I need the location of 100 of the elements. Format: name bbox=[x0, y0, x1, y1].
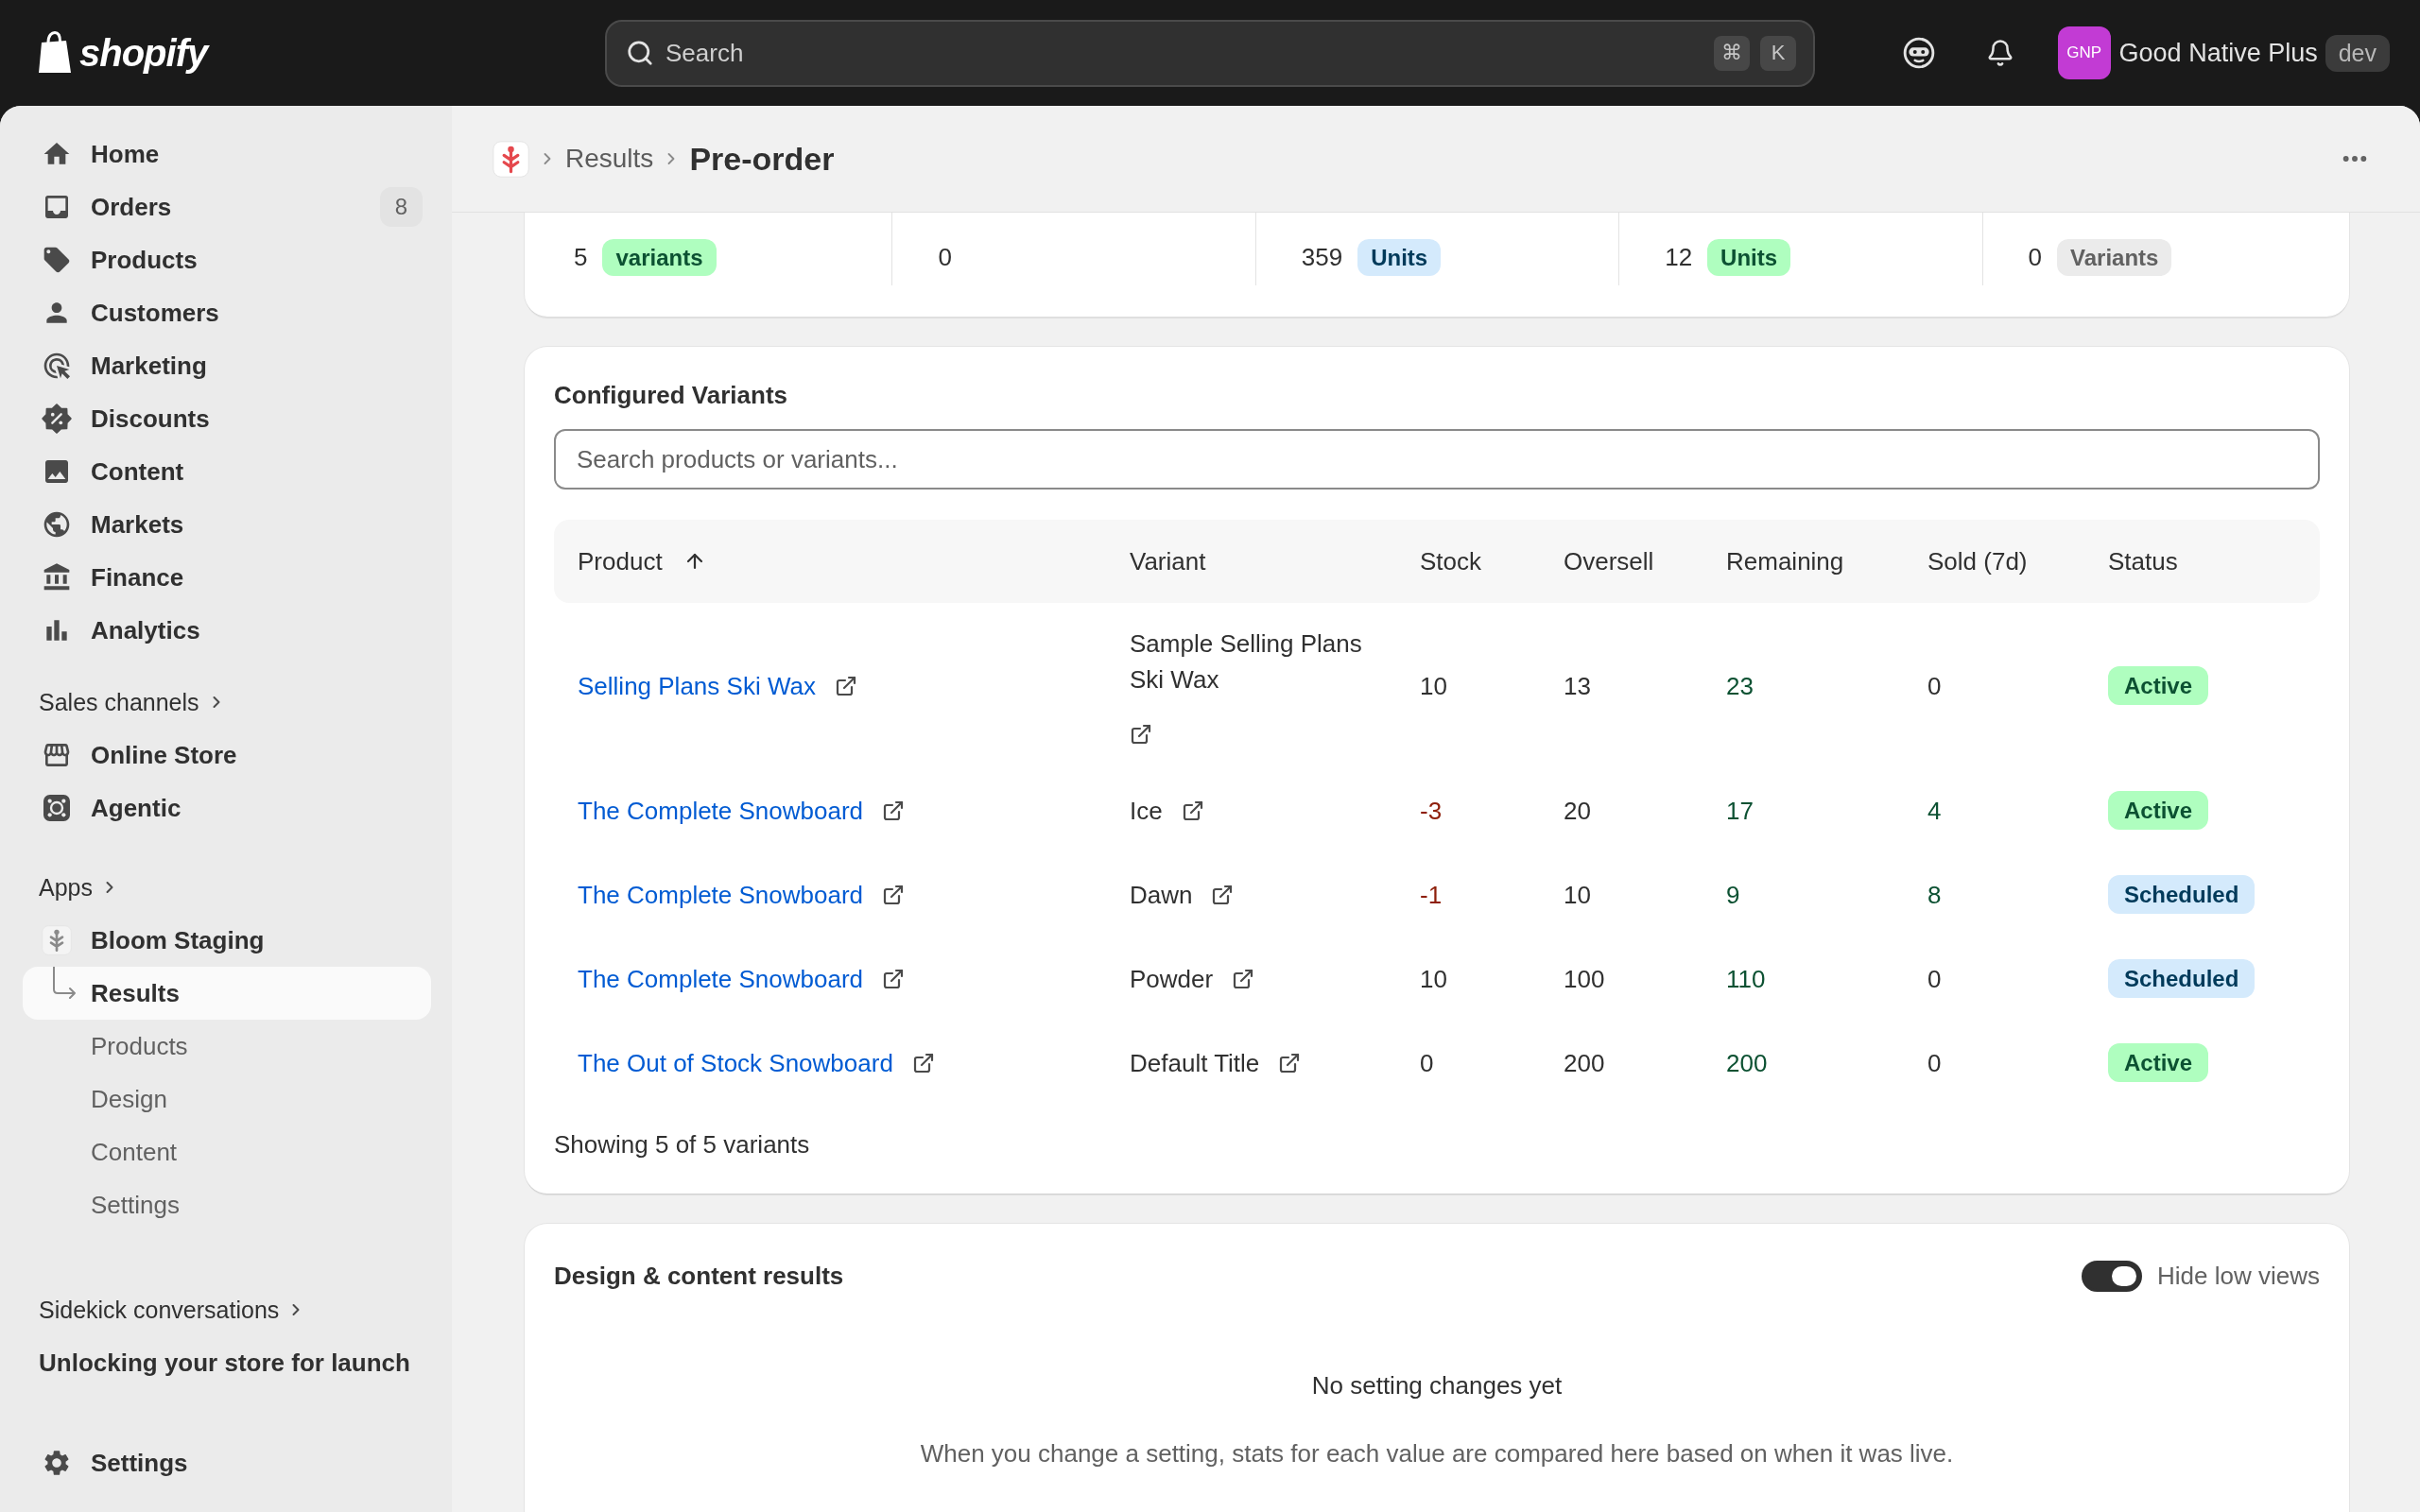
oversell-value: 20 bbox=[1564, 795, 1591, 827]
nav-item[interactable]: Products bbox=[23, 233, 431, 286]
stat-value: 359 bbox=[1301, 243, 1343, 272]
stat-value: 5 bbox=[574, 243, 588, 272]
nav-item[interactable]: Online Store bbox=[23, 729, 431, 782]
section-link[interactable]: Apps bbox=[23, 868, 119, 906]
product-link[interactable]: The Complete Snowboard bbox=[578, 960, 864, 997]
column-header[interactable]: Product bbox=[578, 546, 706, 576]
bank-icon bbox=[42, 562, 72, 593]
external-link-icon[interactable] bbox=[882, 799, 906, 822]
nav-item[interactable]: Design bbox=[23, 1073, 431, 1125]
nav-item[interactable]: Settings bbox=[23, 1178, 431, 1231]
stock-value: 10 bbox=[1420, 670, 1447, 702]
oversell-value: 100 bbox=[1564, 963, 1605, 995]
column-header: Oversell bbox=[1564, 546, 1654, 576]
remaining-value: 17 bbox=[1726, 795, 1754, 827]
toggle-label: Hide low views bbox=[2157, 1261, 2320, 1291]
unit-badge: variants bbox=[602, 239, 717, 276]
nav-item[interactable]: Results bbox=[23, 967, 431, 1020]
stock-value: -3 bbox=[1420, 795, 1443, 827]
logo-text: shopify bbox=[79, 31, 208, 75]
sold-value: 0 bbox=[1927, 963, 1942, 995]
nav-item[interactable]: Discounts bbox=[23, 392, 431, 445]
product-link[interactable]: The Out of Stock Snowboard bbox=[578, 1044, 893, 1081]
status-badge: Scheduled bbox=[2108, 875, 2256, 914]
nav-item[interactable]: Settings bbox=[23, 1436, 431, 1489]
plant-logo-icon[interactable] bbox=[493, 140, 529, 178]
visor-face-icon[interactable] bbox=[1902, 37, 1935, 69]
unit-badge: Units bbox=[1357, 239, 1442, 276]
external-link-icon[interactable] bbox=[1130, 723, 1152, 746]
environment-badge: dev bbox=[2325, 34, 2390, 72]
stat-value: 12 bbox=[1665, 243, 1693, 272]
remaining-value: 23 bbox=[1726, 670, 1754, 702]
nav-item[interactable]: Content bbox=[23, 1125, 431, 1178]
external-link-icon[interactable] bbox=[834, 674, 857, 697]
variant-name: Powder bbox=[1130, 963, 1214, 995]
target-cursor-icon bbox=[42, 351, 72, 381]
nav-item[interactable]: Orders 8 bbox=[23, 180, 431, 233]
nav-item[interactable]: Analytics bbox=[23, 604, 431, 657]
column-header: Variant bbox=[1130, 546, 1206, 576]
column-header: Status bbox=[2108, 546, 2178, 576]
status-badge: Active bbox=[2108, 666, 2209, 705]
status-badge: Active bbox=[2108, 791, 2209, 830]
nav-item[interactable]: Finance bbox=[23, 551, 431, 604]
stock-value: 0 bbox=[1420, 1047, 1434, 1079]
oversell-value: 200 bbox=[1564, 1047, 1605, 1079]
stock-value: -1 bbox=[1420, 879, 1443, 911]
remaining-value: 200 bbox=[1726, 1047, 1768, 1079]
variant-name: Ice bbox=[1130, 795, 1163, 827]
sold-value: 0 bbox=[1927, 1047, 1942, 1079]
variant-name: Default Title bbox=[1130, 1047, 1260, 1079]
oversell-value: 10 bbox=[1564, 879, 1591, 911]
section-link[interactable]: Sidekick conversations bbox=[23, 1291, 306, 1329]
results-count: Showing 5 of 5 variants bbox=[554, 1129, 811, 1160]
nav-item[interactable]: Home bbox=[23, 128, 431, 180]
nav-item[interactable]: Marketing bbox=[23, 339, 431, 392]
count-badge: 8 bbox=[380, 187, 423, 227]
external-link-icon[interactable] bbox=[882, 967, 906, 990]
stat-value: 0 bbox=[2028, 243, 2043, 272]
card-title: Configured Variants bbox=[554, 380, 789, 411]
unit-badge: Units bbox=[1707, 239, 1791, 276]
column-header: Sold (7d) bbox=[1927, 546, 2028, 576]
nav-item[interactable]: Content bbox=[23, 445, 431, 498]
empty-state-title: No setting changes yet bbox=[1311, 1370, 1563, 1401]
product-link[interactable]: The Complete Snowboard bbox=[578, 876, 864, 913]
column-header: Remaining bbox=[1726, 546, 1844, 576]
card-title: Design & content results bbox=[554, 1261, 844, 1292]
nav-item[interactable]: Unlocking your store for launch bbox=[23, 1336, 431, 1389]
sold-value: 0 bbox=[1927, 670, 1942, 702]
nav-item[interactable]: Agentic bbox=[23, 782, 431, 834]
remaining-value: 9 bbox=[1726, 879, 1740, 911]
shopping-bag-icon bbox=[37, 31, 73, 75]
nav-item[interactable]: Products bbox=[23, 1020, 431, 1073]
store-avatar[interactable]: GNP bbox=[2057, 26, 2111, 79]
sold-value: 8 bbox=[1927, 879, 1942, 911]
external-link-icon[interactable] bbox=[1211, 883, 1235, 906]
product-link[interactable]: Selling Plans Ski Wax bbox=[578, 667, 816, 704]
store-name[interactable]: Good Native Plus bbox=[2118, 38, 2318, 68]
shortcut-key: ⌘ bbox=[1714, 35, 1750, 71]
external-link-icon[interactable] bbox=[911, 1051, 935, 1074]
toggle-switch[interactable] bbox=[2082, 1260, 2143, 1292]
product-link[interactable]: The Complete Snowboard bbox=[578, 792, 864, 829]
external-link-icon[interactable] bbox=[1181, 799, 1204, 822]
oversell-value: 13 bbox=[1564, 670, 1591, 702]
nav-item[interactable]: Markets bbox=[23, 498, 431, 551]
breadcrumb-link[interactable]: Results bbox=[565, 144, 654, 174]
globe-icon bbox=[42, 509, 72, 540]
remaining-value: 110 bbox=[1726, 963, 1766, 995]
nav-item[interactable]: Bloom Staging bbox=[23, 914, 431, 967]
node-ring-icon bbox=[42, 793, 72, 823]
search-icon bbox=[626, 38, 654, 67]
external-link-icon[interactable] bbox=[1232, 967, 1255, 990]
stock-value: 10 bbox=[1420, 963, 1447, 995]
stat-value: 0 bbox=[938, 243, 952, 272]
search-field[interactable]: Search products or variants... bbox=[554, 429, 2320, 490]
external-link-icon[interactable] bbox=[1278, 1051, 1302, 1074]
nav-item[interactable]: Customers bbox=[23, 286, 431, 339]
unit-badge: Variants bbox=[2057, 239, 2172, 276]
external-link-icon[interactable] bbox=[882, 883, 906, 906]
section-link[interactable]: Sales channels bbox=[23, 683, 226, 721]
